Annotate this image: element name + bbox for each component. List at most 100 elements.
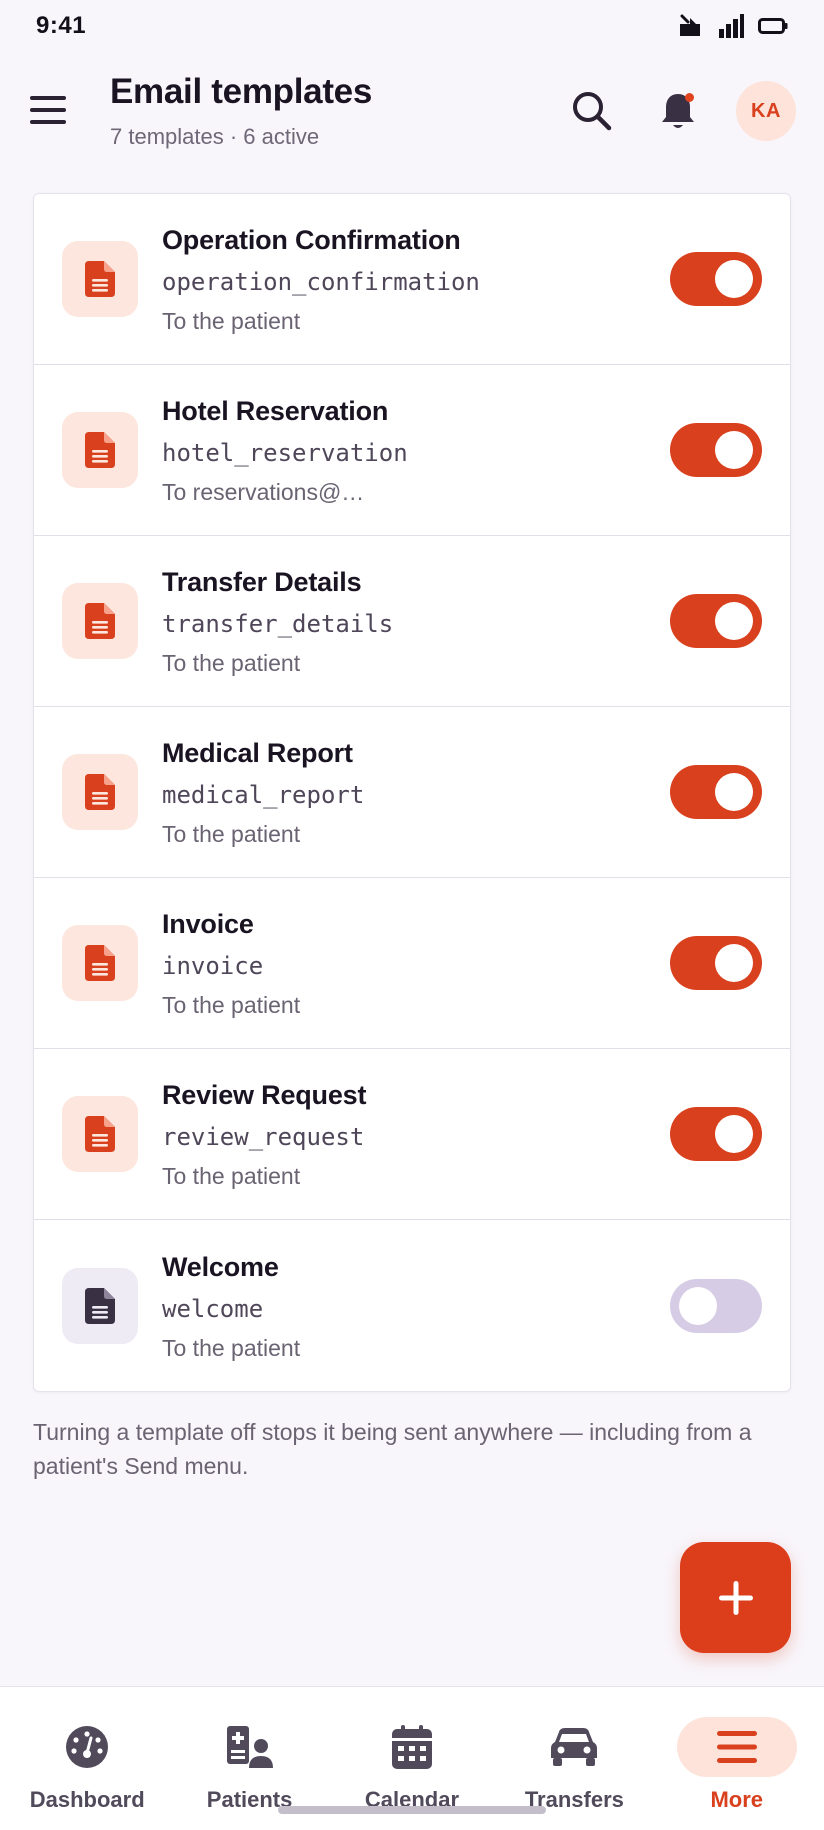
template-active-toggle[interactable] [670,765,762,819]
page-subtitle: 7 templates · 6 active [110,124,320,149]
document-icon [85,1287,115,1324]
document-icon [85,603,115,639]
template-text: Medical Report medical_report To the pat… [162,736,670,848]
template-active-toggle[interactable] [670,594,762,648]
title-block: Email templates 7 templates · 6 active [110,72,564,150]
template-text: Operation Confirmation operation_confirm… [162,223,670,335]
template-name: Welcome [162,1251,279,1282]
template-name: Hotel Reservation [162,396,389,426]
template-active-toggle[interactable] [670,936,762,990]
template-row[interactable]: Transfer Details transfer_details To the… [34,536,790,707]
toggle-knob [715,260,753,298]
document-icon [85,1116,115,1152]
template-active-toggle[interactable] [670,1278,762,1333]
template-name: Invoice [162,909,254,939]
search-button[interactable] [564,83,620,139]
template-icon-badge [62,412,138,488]
car-icon [551,1728,598,1766]
template-active-toggle[interactable] [670,423,762,477]
template-icon-badge [62,1096,138,1172]
user-avatar[interactable]: KA [736,81,796,141]
nav-icon-wrap [514,1717,634,1777]
template-active-toggle[interactable] [670,252,762,306]
toggle-knob [679,1286,717,1325]
patients-icon [226,1726,273,1768]
dashboard-gauge-icon [66,1726,109,1768]
template-recipient: To reservations@… [162,479,365,505]
template-text: Transfer Details transfer_details To the… [162,565,670,677]
nav-item-more[interactable]: More [662,1687,812,1830]
template-row[interactable]: Invoice invoice To the patient [34,878,790,1049]
status-icons [676,12,788,38]
toggle-knob [715,944,753,982]
battery-icon [758,18,788,34]
toggle-knob [715,1115,753,1153]
template-list: Operation Confirmation operation_confirm… [33,193,791,1392]
template-row[interactable]: Operation Confirmation operation_confirm… [34,194,790,365]
toggle-knob [715,773,753,811]
template-key: medical_report [162,781,365,809]
template-text: Review Request review_request To the pat… [162,1078,670,1190]
template-text: Invoice invoice To the patient [162,907,670,1019]
plus-icon [718,1580,753,1615]
hamburger-menu-button[interactable] [28,90,68,130]
template-name: Operation Confirmation [162,225,461,255]
template-active-toggle[interactable] [670,1107,762,1161]
toggle-knob [715,431,753,469]
template-key: review_request [162,1123,365,1151]
notifications-button[interactable] [650,83,706,139]
template-recipient: To the patient [162,821,301,847]
nav-label: Dashboard [29,1787,145,1812]
template-icon-badge [62,754,138,830]
template-recipient: To the patient [162,1334,301,1361]
template-recipient: To the patient [162,992,301,1018]
app-header: Email templates 7 templates · 6 active K… [0,56,824,166]
nav-label: More [710,1787,764,1812]
status-time: 9:41 [36,12,87,39]
search-icon [573,92,612,131]
calendar-icon [391,1725,432,1769]
document-icon [85,432,115,468]
notification-dot [685,93,694,102]
nav-icon-wrap [352,1717,472,1777]
template-recipient: To the patient [162,1163,301,1189]
nav-item-dashboard[interactable]: Dashboard [12,1687,162,1830]
document-icon [85,261,115,297]
template-recipient: To the patient [162,650,301,676]
nav-icon-wrap [190,1717,310,1777]
status-bar: 9:41 [0,0,824,56]
template-key: transfer_details [162,610,394,638]
template-text: Welcome welcome To the patient [162,1250,670,1362]
template-icon-badge [62,583,138,659]
template-name: Review Request [162,1080,367,1110]
header-actions: KA [564,81,796,141]
template-row[interactable]: Medical Report medical_report To the pat… [34,707,790,878]
document-icon [85,945,115,981]
template-row[interactable]: Welcome welcome To the patient [34,1220,790,1391]
document-icon [85,774,115,810]
menu-icon [716,1731,757,1763]
template-key: invoice [162,952,264,980]
template-icon-badge [62,925,138,1001]
toggle-knob [715,602,753,640]
add-template-button[interactable] [680,1542,791,1653]
template-key: welcome [162,1294,264,1323]
template-row[interactable]: Hotel Reservation hotel_reservation To r… [34,365,790,536]
template-key: hotel_reservation [162,439,408,467]
template-icon-badge [62,1267,138,1344]
template-key: operation_confirmation [162,268,480,296]
template-recipient: To the patient [162,308,301,334]
footnote: Turning a template off stops it being se… [33,1419,752,1479]
home-indicator [278,1806,546,1814]
hamburger-icon [30,96,66,124]
template-icon-badge [62,241,138,317]
template-text: Hotel Reservation hotel_reservation To r… [162,394,670,506]
do-not-disturb-icon [680,14,700,36]
page-title: Email templates [110,72,372,111]
nav-icon-wrap [27,1717,147,1777]
template-name: Medical Report [162,738,353,768]
signal-icon [719,14,744,38]
template-name: Transfer Details [162,567,362,597]
nav-icon-wrap [676,1717,797,1777]
template-row[interactable]: Review Request review_request To the pat… [34,1049,790,1220]
